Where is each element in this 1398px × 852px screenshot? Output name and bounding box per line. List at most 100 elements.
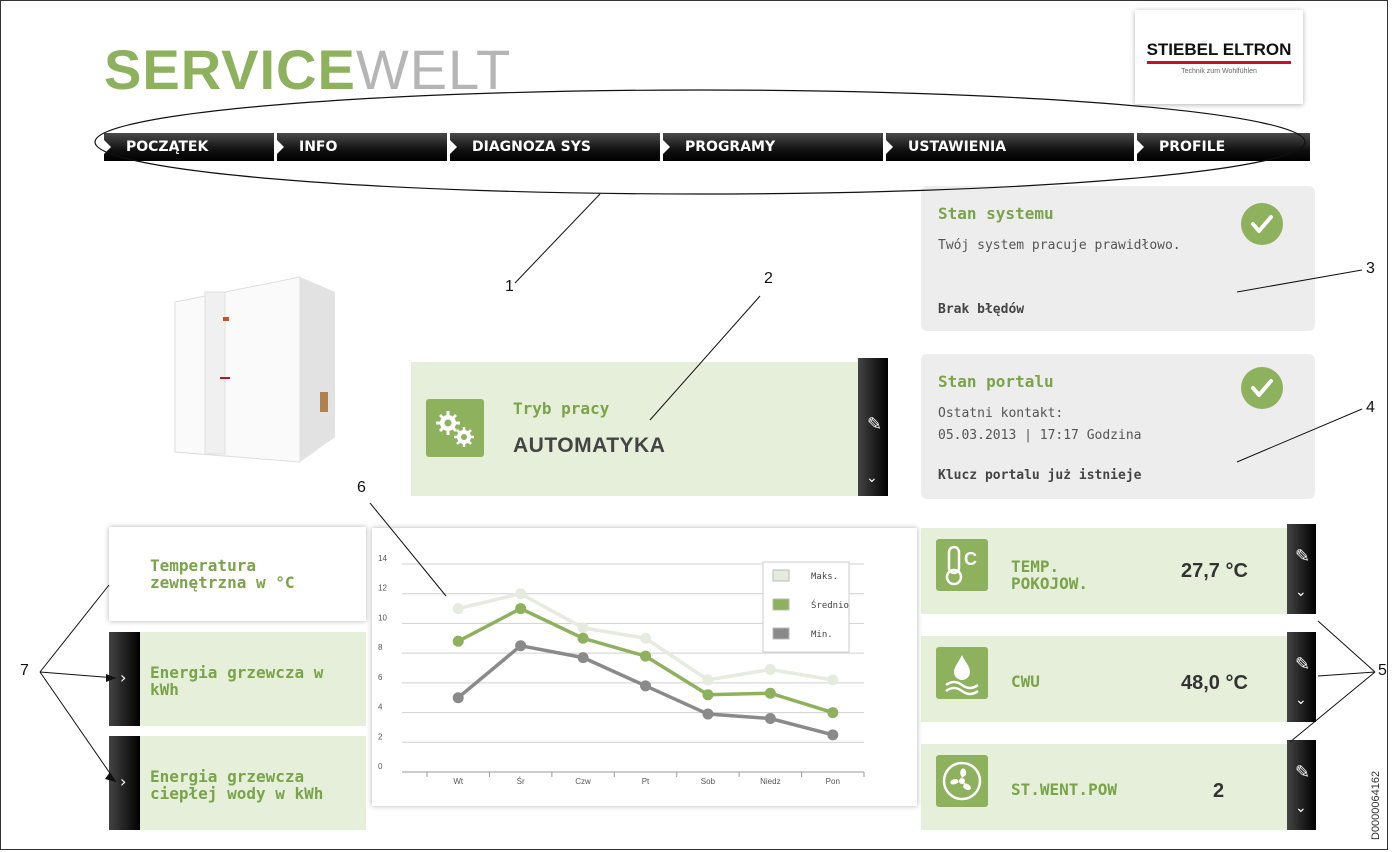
left-menu-label: Temperatura zewnętrzna w °C bbox=[150, 556, 295, 592]
sensor-label: TEMP. POKOJOW. bbox=[1011, 557, 1089, 593]
nav-diagnoza-sys[interactable]: DIAGNOZA SYS bbox=[450, 133, 660, 161]
brand-name: STIEBEL ELTRON bbox=[1146, 40, 1292, 64]
legend-swatch bbox=[772, 627, 790, 640]
data-point bbox=[827, 729, 839, 741]
sensor-label: CWU bbox=[1011, 672, 1040, 691]
x-tick-label: Wt bbox=[453, 777, 464, 786]
sensor-controls: ✎ ⌄ bbox=[1287, 740, 1316, 830]
nav-label: USTAWIENIA bbox=[908, 139, 1007, 155]
callout-1: 1 bbox=[505, 278, 514, 295]
data-point bbox=[827, 707, 839, 719]
chevron-down-icon[interactable]: ⌄ bbox=[1295, 584, 1307, 600]
left-menu-label: Energia grzewcza w kWh bbox=[150, 663, 324, 699]
y-tick-label: 4 bbox=[378, 703, 383, 712]
temperature-chart: 0 2 4 6 8 10 12 14 Wt Śr Czw Pt Sob Niedz Pon Maks. Śred… bbox=[372, 528, 917, 806]
data-point bbox=[452, 692, 464, 704]
data-point bbox=[577, 622, 589, 634]
x-tick-label: Sob bbox=[701, 777, 716, 786]
x-tick-label: Czw bbox=[575, 777, 591, 786]
chevron-right-icon: › bbox=[120, 772, 127, 791]
fan-icon bbox=[936, 755, 988, 807]
portal-status-footer: Klucz portalu już istnieje bbox=[938, 468, 1142, 483]
sensor-card-fan[interactable]: ST.WENT.POW 2 bbox=[921, 744, 1287, 830]
legend-swatch bbox=[772, 598, 790, 611]
legend-label: Min. bbox=[811, 630, 833, 640]
left-menu-hot-water-energy[interactable]: Energia grzewcza ciepłej wody w kWh bbox=[140, 736, 366, 830]
data-point bbox=[515, 640, 527, 652]
left-menu-outdoor-temp[interactable]: Temperatura zewnętrzna w °C bbox=[109, 527, 366, 621]
nav-label: PROFILE bbox=[1159, 139, 1226, 155]
y-tick-label: 14 bbox=[378, 554, 387, 563]
nav-ustawienia[interactable]: USTAWIENIA bbox=[886, 133, 1134, 161]
edit-pen-icon[interactable]: ✎ bbox=[1295, 762, 1310, 783]
svg-text:C: C bbox=[964, 549, 977, 569]
water-drop-icon bbox=[936, 647, 988, 699]
legend-label: Średnio bbox=[811, 599, 849, 611]
nav-poczatek[interactable]: POCZĄTEK bbox=[104, 133, 274, 161]
y-tick-label: 8 bbox=[378, 643, 383, 652]
brand-tagline: Technik zum Wohlfühlen bbox=[1181, 68, 1257, 75]
nav-label: POCZĄTEK bbox=[126, 139, 209, 155]
edit-pen-icon[interactable]: ✎ bbox=[1295, 546, 1310, 567]
portal-status-line1: Ostatni kontakt: bbox=[938, 406, 1064, 421]
check-icon bbox=[1241, 203, 1283, 245]
thermometer-icon: C bbox=[936, 539, 988, 591]
mode-controls: ✎ ⌄ bbox=[858, 358, 888, 496]
sensor-card-room-temp[interactable]: C TEMP. POKOJOW. 27,7 °C bbox=[921, 528, 1287, 614]
sensor-value: 27,7 °C bbox=[1181, 560, 1248, 582]
sensor-controls: ✎ ⌄ bbox=[1287, 524, 1316, 614]
sensor-card-cwu[interactable]: CWU 48,0 °C bbox=[921, 636, 1287, 722]
y-tick-label: 2 bbox=[378, 732, 383, 741]
portal-status-title: Stan portalu bbox=[938, 372, 1054, 391]
data-point bbox=[452, 635, 464, 647]
data-point bbox=[640, 680, 651, 692]
x-tick-label: Pt bbox=[642, 777, 650, 786]
callout-7: 7 bbox=[20, 662, 29, 679]
sensor-value: 48,0 °C bbox=[1181, 672, 1248, 694]
sensor-controls: ✎ ⌄ bbox=[1287, 632, 1316, 722]
data-point bbox=[640, 650, 651, 662]
gears-icon bbox=[426, 399, 484, 457]
left-menu-label: Energia grzewcza ciepłej wody w kWh bbox=[150, 767, 324, 803]
chevron-right-icon: › bbox=[120, 668, 127, 687]
nav-programy[interactable]: PROGRAMY bbox=[663, 133, 883, 161]
chevron-down-icon[interactable]: ⌄ bbox=[866, 470, 878, 486]
x-tick-label: Pon bbox=[826, 777, 840, 786]
nav-label: DIAGNOZA SYS bbox=[472, 139, 591, 155]
edit-pen-icon[interactable]: ✎ bbox=[1295, 654, 1310, 675]
data-point bbox=[577, 652, 589, 664]
sensor-value: 2 bbox=[1213, 780, 1225, 802]
left-menu-arrow[interactable]: › bbox=[109, 632, 140, 726]
data-point bbox=[764, 663, 776, 675]
x-tick-label: Niedz bbox=[760, 777, 780, 786]
y-tick-label: 0 bbox=[378, 762, 383, 771]
left-menu-heating-energy[interactable]: Energia grzewcza w kWh bbox=[140, 632, 366, 726]
chevron-down-icon[interactable]: ⌄ bbox=[1295, 692, 1307, 708]
callout-5: 5 bbox=[1378, 662, 1387, 679]
servicewelt-logo: SERVICEWELT bbox=[104, 42, 511, 98]
mode-value: AUTOMATYKA bbox=[513, 434, 666, 457]
check-icon bbox=[1241, 367, 1283, 409]
edit-pen-icon[interactable]: ✎ bbox=[867, 414, 882, 435]
data-point bbox=[702, 708, 714, 720]
callout-6: 6 bbox=[357, 479, 366, 496]
left-menu-arrow[interactable]: › bbox=[109, 736, 140, 830]
logo-green-text: SERVICE bbox=[104, 38, 356, 101]
mode-panel[interactable]: Tryb pracy AUTOMATYKA bbox=[411, 362, 858, 496]
system-status-card: Stan systemu Twój system pracuje prawidł… bbox=[921, 186, 1315, 331]
nav-label: PROGRAMY bbox=[685, 139, 776, 155]
y-tick-label: 10 bbox=[378, 613, 387, 622]
legend-label: Maks. bbox=[811, 572, 838, 582]
chevron-down-icon[interactable]: ⌄ bbox=[1295, 800, 1307, 816]
nav-profile[interactable]: PROFILE bbox=[1137, 133, 1310, 161]
data-point bbox=[764, 687, 776, 699]
data-point bbox=[764, 713, 776, 725]
data-point bbox=[640, 632, 651, 644]
data-point bbox=[515, 603, 527, 615]
x-tick-label: Śr bbox=[517, 777, 525, 786]
data-point bbox=[827, 674, 839, 686]
y-tick-label: 6 bbox=[378, 673, 383, 682]
nav-info[interactable]: INFO bbox=[277, 133, 447, 161]
brand-box: STIEBEL ELTRON Technik zum Wohlfühlen bbox=[1135, 10, 1303, 104]
data-point bbox=[515, 588, 527, 600]
